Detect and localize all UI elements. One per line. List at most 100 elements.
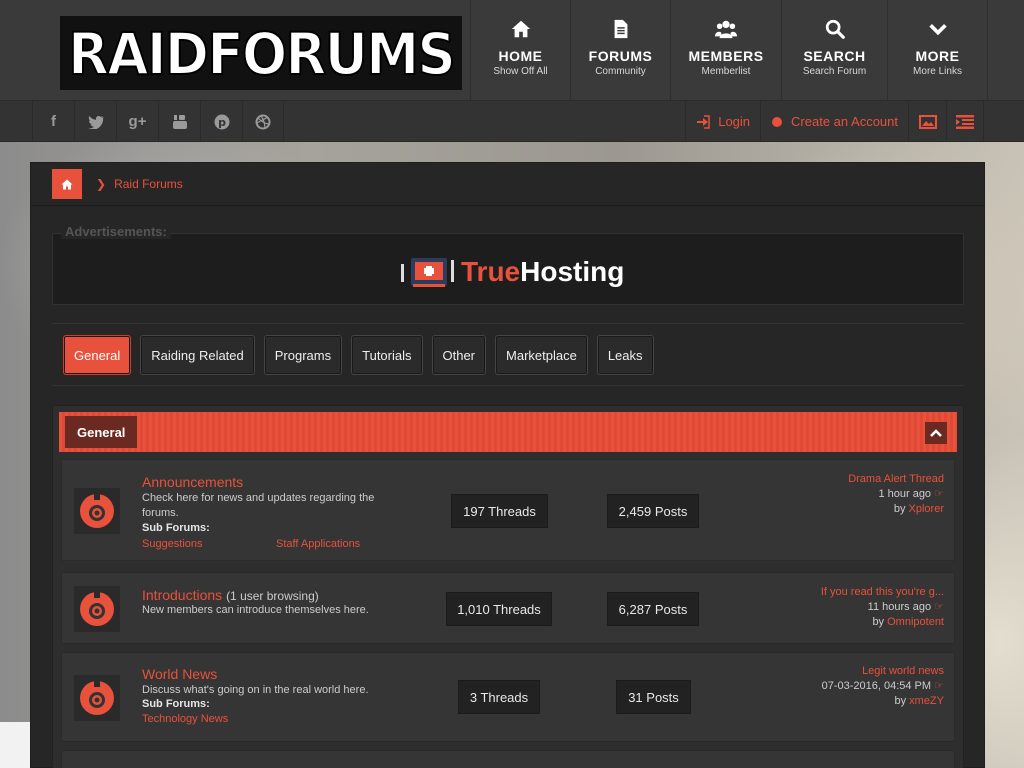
last-post-time: 11 hours ago ☞ xyxy=(867,601,944,613)
hosting-icon xyxy=(401,258,454,287)
subforum-link[interactable]: Suggestions xyxy=(142,538,203,550)
thread-count: 197 Threads xyxy=(451,494,548,528)
breadcrumb-home-button[interactable] xyxy=(52,169,82,199)
chevron-up-icon xyxy=(930,429,942,437)
nav-home-sub: Show Off All xyxy=(493,66,548,77)
register-link[interactable]: Create an Account xyxy=(760,101,908,142)
advertisement-box[interactable]: True Hosting xyxy=(52,233,964,305)
chevron-down-icon xyxy=(928,24,947,36)
forum-row-world-news: World News Discuss what's going on in th… xyxy=(61,652,955,742)
goto-post-icon[interactable]: ☞ xyxy=(934,601,944,613)
tab-raiding-related[interactable]: Raiding Related xyxy=(140,335,255,375)
browsing-count: (1 user browsing) xyxy=(226,589,319,603)
nav-search[interactable]: SEARCH Search Forum xyxy=(781,0,887,101)
nav-more[interactable]: MORE More Links xyxy=(887,0,988,101)
login-link[interactable]: Login xyxy=(685,101,760,142)
last-post-author: by Omnipotent xyxy=(872,616,944,628)
divider xyxy=(31,205,984,206)
ad-brand-part2: Hosting xyxy=(520,256,625,287)
document-icon xyxy=(614,19,627,39)
menu-icon xyxy=(956,114,974,129)
post-count: 6,287 Posts xyxy=(607,592,699,626)
tab-tutorials[interactable]: Tutorials xyxy=(351,335,423,375)
forum-title[interactable]: Announcements xyxy=(142,474,243,490)
nav-forums-label: FORUMS xyxy=(588,48,653,64)
tab-general[interactable]: General xyxy=(63,335,132,375)
category-title: General xyxy=(65,416,138,448)
last-post-title[interactable]: Legit world news xyxy=(822,664,944,679)
account-links: Login Create an Account xyxy=(685,101,984,142)
forum-row-partial xyxy=(61,750,955,768)
forum-status-icon xyxy=(74,488,120,534)
twitter-link[interactable] xyxy=(74,101,116,142)
last-post: Drama Alert Thread 1 hour ago ☞ by Xplor… xyxy=(848,472,944,517)
pinterest-icon: p xyxy=(214,114,229,129)
goto-post-icon[interactable]: ☞ xyxy=(934,680,944,692)
last-post-title[interactable]: Drama Alert Thread xyxy=(848,472,944,487)
goto-post-icon[interactable]: ☞ xyxy=(934,488,944,500)
divider xyxy=(52,385,964,386)
nav-members-sub: Memberlist xyxy=(701,66,751,77)
nav-search-label: SEARCH xyxy=(803,48,866,64)
youtube-link[interactable] xyxy=(158,101,200,142)
forum-title[interactable]: World News xyxy=(142,666,217,682)
twitter-icon xyxy=(88,115,104,129)
author-link[interactable]: Xplorer xyxy=(909,503,944,515)
tab-marketplace[interactable]: Marketplace xyxy=(495,335,588,375)
last-post-author: by Xplorer xyxy=(893,503,944,515)
last-post-title[interactable]: If you read this you're g... xyxy=(821,585,944,600)
breadcrumb-arrow-icon: ❯ xyxy=(96,177,107,191)
category-header: General xyxy=(59,412,957,452)
social-links: f g+ p xyxy=(32,101,284,142)
nav-more-sub: More Links xyxy=(913,66,962,77)
collapse-button[interactable] xyxy=(925,422,947,444)
facebook-icon: f xyxy=(51,113,56,130)
breadcrumb-current[interactable]: Raid Forums xyxy=(114,177,183,191)
tab-leaks[interactable]: Leaks xyxy=(596,335,654,375)
nav-members[interactable]: MEMBERS Memberlist xyxy=(670,0,781,101)
googleplus-link[interactable]: g+ xyxy=(116,101,158,142)
nav-more-label: MORE xyxy=(915,48,960,64)
pinterest-link[interactable]: p xyxy=(200,101,242,142)
author-link[interactable]: Omnipotent xyxy=(887,616,944,628)
last-post-time: 1 hour ago ☞ xyxy=(878,488,944,500)
sidebar-toggle-button[interactable] xyxy=(946,101,984,142)
forum-row-introductions: Introductions (1 user browsing) New memb… xyxy=(61,572,955,644)
author-link[interactable]: xmeZY xyxy=(909,695,944,707)
ad-brand-part1: True xyxy=(461,256,521,287)
sign-in-icon xyxy=(697,114,710,129)
home-icon xyxy=(61,179,73,189)
tab-programs[interactable]: Programs xyxy=(263,335,343,375)
subforum-link[interactable]: Technology News xyxy=(142,713,228,725)
nav-forums-sub: Community xyxy=(595,66,646,77)
ad-label: Advertisements: xyxy=(61,224,171,239)
gallery-button[interactable] xyxy=(908,101,946,142)
subforums-label: Sub Forums: xyxy=(142,698,210,710)
category-tabs: General Raiding Related Programs Tutoria… xyxy=(63,335,654,375)
last-post: Legit world news 07-03-2016, 04:54 PM ☞ … xyxy=(822,664,944,709)
forum-row-announcements: Announcements Check here for news and up… xyxy=(61,459,955,561)
site-logo[interactable]: RAIDFORUMS xyxy=(60,16,462,90)
thread-count: 3 Threads xyxy=(458,680,540,714)
svg-text:RAIDFORUMS: RAIDFORUMS xyxy=(68,20,454,88)
nav-home[interactable]: HOME Show Off All xyxy=(470,0,570,101)
facebook-link[interactable]: f xyxy=(32,101,74,142)
forum-title-link[interactable]: Introductions xyxy=(142,587,222,603)
tab-other[interactable]: Other xyxy=(431,335,487,375)
home-icon xyxy=(511,20,530,38)
last-post: If you read this you're g... 11 hours ag… xyxy=(821,585,944,630)
svg-text:p: p xyxy=(218,116,226,129)
last-post-time: 07-03-2016, 04:54 PM ☞ xyxy=(821,680,944,692)
main-nav: HOME Show Off All FORUMS Community MEMBE… xyxy=(470,0,988,101)
post-count: 31 Posts xyxy=(616,680,691,714)
subforum-link[interactable]: Staff Applications xyxy=(276,538,360,550)
dribbble-icon xyxy=(255,114,271,129)
dribbble-link[interactable] xyxy=(242,101,284,142)
breadcrumb: ❯ Raid Forums xyxy=(52,169,183,199)
forum-title: Introductions (1 user browsing) xyxy=(142,587,319,603)
search-icon xyxy=(825,19,845,39)
nav-forums[interactable]: FORUMS Community xyxy=(570,0,670,101)
site-header: RAIDFORUMS HOME Show Off All FORUMS Comm… xyxy=(0,0,1024,101)
register-label: Create an Account xyxy=(791,114,898,129)
divider xyxy=(52,323,964,324)
